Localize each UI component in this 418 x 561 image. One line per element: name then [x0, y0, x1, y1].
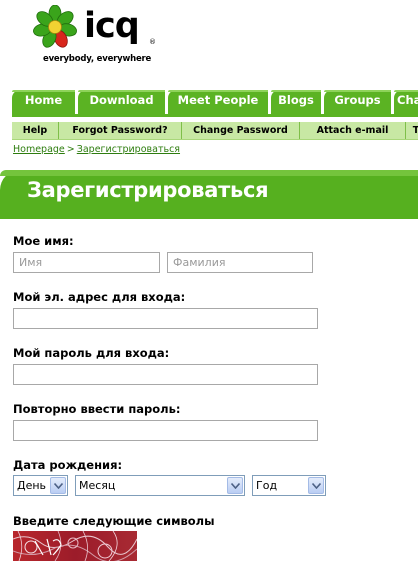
month-select[interactable]: Месяц: [75, 475, 245, 496]
last-name-input[interactable]: [167, 252, 313, 273]
breadcrumb: Homepage > Зарегистрироваться: [13, 144, 180, 155]
day-select[interactable]: День: [13, 475, 68, 496]
icq-logo[interactable]: icq ® everybody, everywhere: [31, 5, 171, 65]
main-nav: Home Download Meet People Blogs Groups C…: [12, 90, 418, 117]
password-label: Мой пароль для входа:: [13, 346, 170, 360]
nav-tab-chat[interactable]: Cha: [394, 90, 418, 117]
birthdate-label: Дата рождения:: [13, 458, 123, 472]
tagline: everybody, everywhere: [43, 54, 152, 64]
email-input[interactable]: [13, 308, 318, 329]
day-select-value: День: [17, 479, 47, 492]
nav-tab-home[interactable]: Home: [12, 90, 75, 117]
nav-tab-blogs[interactable]: Blogs: [271, 90, 321, 117]
month-select-value: Месяц: [79, 479, 116, 492]
breadcrumb-home-link[interactable]: Homepage: [13, 144, 65, 155]
breadcrumb-separator: >: [66, 144, 75, 155]
sub-nav: Help Forgot Password? Change Password At…: [12, 122, 418, 140]
subnav-forgot-password[interactable]: Forgot Password?: [59, 122, 182, 139]
name-label: Мое имя:: [13, 234, 74, 248]
subnav-attach-email[interactable]: Attach e-mail: [300, 122, 406, 139]
chevron-down-icon[interactable]: [227, 477, 243, 494]
repeat-password-label: Повторно ввести пароль:: [13, 402, 181, 416]
nav-underline: [12, 114, 418, 117]
chevron-down-icon[interactable]: [50, 477, 66, 494]
nav-tab-meet-people[interactable]: Meet People: [168, 90, 268, 117]
chevron-down-icon[interactable]: [308, 477, 324, 494]
password-input[interactable]: [13, 364, 318, 385]
year-select[interactable]: Год: [252, 475, 326, 496]
captcha-label: Введите следующие символы: [13, 514, 215, 528]
subnav-more[interactable]: T: [406, 122, 418, 139]
registered-mark: ®: [149, 38, 156, 46]
icq-wordmark: icq: [84, 6, 140, 46]
first-name-input[interactable]: [13, 252, 160, 273]
nav-tab-download[interactable]: Download: [78, 90, 165, 117]
subnav-change-password[interactable]: Change Password: [182, 122, 300, 139]
repeat-password-input[interactable]: [13, 420, 318, 441]
icq-flower-icon: [33, 5, 77, 48]
nav-tab-groups[interactable]: Groups: [324, 90, 391, 117]
subnav-help[interactable]: Help: [12, 122, 59, 139]
captcha-image: [13, 531, 137, 561]
page-title: Зарегистрироваться: [27, 178, 269, 202]
email-label: Мой эл. адрес для входа:: [13, 290, 186, 304]
breadcrumb-current-link[interactable]: Зарегистрироваться: [77, 144, 180, 155]
year-select-value: Год: [256, 479, 278, 492]
